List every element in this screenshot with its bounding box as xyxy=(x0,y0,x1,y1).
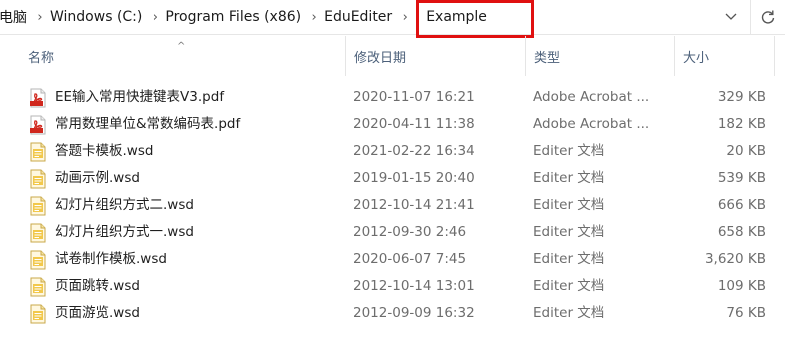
wsd-file-icon xyxy=(30,277,46,297)
file-row[interactable]: 试卷制作模板.wsd 2020-06-07 7:45 Editer 文档 3,620 … xyxy=(0,246,785,273)
file-name: 幻灯片组织方式二.wsd xyxy=(55,197,194,213)
breadcrumb[interactable]: 电脑 › Windows (C:) › Program Files (x86) … xyxy=(0,0,715,34)
file-name: 页面游览.wsd xyxy=(55,305,140,321)
file-name: 动画示例.wsd xyxy=(55,170,140,186)
breadcrumb-item-eduediter[interactable]: EduEditer xyxy=(322,9,394,25)
column-header: 名称 修改日期 类型 大小 xyxy=(0,36,785,76)
pdf-file-icon xyxy=(30,115,46,135)
file-name: 试卷制作模板.wsd xyxy=(55,251,167,267)
pdf-file-icon xyxy=(30,88,46,108)
refresh-icon xyxy=(761,10,775,24)
wsd-file-icon xyxy=(30,304,46,324)
breadcrumb-separator-icon[interactable]: › xyxy=(394,10,416,25)
file-size: 658 KB xyxy=(717,224,766,240)
address-history-dropdown[interactable] xyxy=(718,0,744,34)
breadcrumb-item-drive[interactable]: Windows (C:) xyxy=(48,9,144,25)
file-row[interactable]: 页面游览.wsd 2012-09-09 16:32 Editer 文档 76 KB xyxy=(0,300,785,327)
file-size: 3,620 KB xyxy=(704,251,766,267)
file-type: Editer 文档 xyxy=(533,278,605,294)
sort-ascending-icon: ^ xyxy=(177,41,186,52)
file-size: 666 KB xyxy=(717,197,766,213)
file-type: Editer 文档 xyxy=(533,197,605,213)
file-type: Editer 文档 xyxy=(533,143,605,159)
file-size: 182 KB xyxy=(717,116,766,132)
wsd-file-icon xyxy=(30,142,46,162)
breadcrumb-item-computer[interactable]: 电脑 xyxy=(0,7,29,27)
file-list: EE输入常用快捷键表V3.pdf 2020-11-07 16:21 Adobe Ac… xyxy=(0,84,785,327)
file-type: Editer 文档 xyxy=(533,170,605,186)
chevron-down-icon xyxy=(725,13,737,20)
file-type: Editer 文档 xyxy=(533,251,605,267)
file-date: 2021-02-22 16:34 xyxy=(353,143,475,159)
file-name: EE输入常用快捷键表V3.pdf xyxy=(55,89,225,105)
file-date: 2012-09-09 16:32 xyxy=(353,305,475,321)
wsd-file-icon xyxy=(30,223,46,243)
file-type: Editer 文档 xyxy=(533,305,605,321)
breadcrumb-item-program-files[interactable]: Program Files (x86) xyxy=(163,9,303,25)
file-type: Editer 文档 xyxy=(533,224,605,240)
file-date: 2012-10-14 21:41 xyxy=(353,197,475,213)
file-date: 2019-01-15 20:40 xyxy=(353,170,475,186)
file-type: Adobe Acrobat ... xyxy=(533,89,650,105)
file-size: 329 KB xyxy=(717,89,766,105)
file-row[interactable]: EE输入常用快捷键表V3.pdf 2020-11-07 16:21 Adobe Ac… xyxy=(0,84,785,111)
file-date: 2020-06-07 7:45 xyxy=(353,251,467,267)
file-name: 常用数理单位&常数编码表.pdf xyxy=(55,116,241,132)
file-row[interactable]: 常用数理单位&常数编码表.pdf 2020-04-11 11:38 Adobe Ac… xyxy=(0,111,785,138)
file-row[interactable]: 幻灯片组织方式一.wsd 2012-09-30 2:46 Editer 文档 658 … xyxy=(0,219,785,246)
file-size: 20 KB xyxy=(726,143,766,159)
address-bar[interactable]: 电脑 › Windows (C:) › Program Files (x86) … xyxy=(0,0,785,38)
file-name: 幻灯片组织方式一.wsd xyxy=(55,224,194,240)
file-row[interactable]: 幻灯片组织方式二.wsd 2012-10-14 21:41 Editer 文档 666… xyxy=(0,192,785,219)
file-size: 109 KB xyxy=(717,278,766,294)
file-name: 答题卡模板.wsd xyxy=(55,143,154,159)
file-date: 2020-04-11 11:38 xyxy=(353,116,475,132)
refresh-button[interactable] xyxy=(750,0,785,34)
file-date: 2020-11-07 16:21 xyxy=(353,89,475,105)
wsd-file-icon xyxy=(30,196,46,216)
column-header-date[interactable]: 修改日期 xyxy=(346,36,526,76)
file-size: 76 KB xyxy=(726,305,766,321)
wsd-file-icon xyxy=(30,169,46,189)
file-name: 页面跳转.wsd xyxy=(55,278,140,294)
file-row[interactable]: 动画示例.wsd 2019-01-15 20:40 Editer 文档 539 KB xyxy=(0,165,785,192)
file-date: 2012-09-30 2:46 xyxy=(353,224,467,240)
column-header-type[interactable]: 类型 xyxy=(526,36,675,76)
file-size: 539 KB xyxy=(717,170,766,186)
scrollbar[interactable] xyxy=(775,36,785,340)
file-type: Adobe Acrobat ... xyxy=(533,116,650,132)
file-row[interactable]: 页面跳转.wsd 2012-10-14 13:01 Editer 文档 109 KB xyxy=(0,273,785,300)
breadcrumb-item-current[interactable]: Example xyxy=(416,0,497,34)
column-header-size[interactable]: 大小 xyxy=(675,36,775,76)
file-date: 2012-10-14 13:01 xyxy=(353,278,475,294)
wsd-file-icon xyxy=(30,250,46,270)
file-row[interactable]: 答题卡模板.wsd 2021-02-22 16:34 Editer 文档 20 KB xyxy=(0,138,785,165)
